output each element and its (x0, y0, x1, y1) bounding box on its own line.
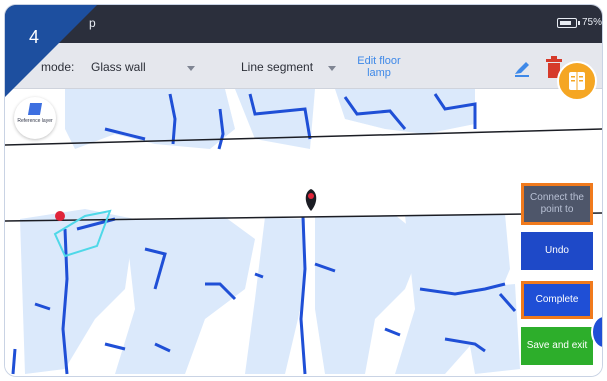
battery-icon (557, 18, 577, 28)
reference-layer-label: Reference layer (17, 118, 53, 124)
save-and-exit-button[interactable]: Save and exit (521, 327, 593, 365)
location-pin-icon[interactable] (305, 189, 317, 211)
app-frame: p 75% mode: Glass wall Line segment Edit… (4, 4, 603, 377)
pen-icon[interactable] (512, 57, 532, 77)
floor-map (5, 89, 602, 375)
chevron-down-icon[interactable] (187, 66, 195, 71)
reference-layer-button[interactable]: Reference layer (14, 97, 56, 139)
mode-dropdown[interactable]: Glass wall (91, 60, 146, 74)
scanned-area (20, 89, 520, 374)
book-icon[interactable] (557, 61, 597, 101)
complete-button[interactable]: Complete (521, 281, 593, 319)
line-type-dropdown[interactable]: Line segment (241, 60, 313, 74)
start-point-marker[interactable] (55, 211, 65, 221)
layers-icon (27, 103, 43, 115)
book-glyph (569, 72, 585, 90)
undo-button[interactable]: Undo (521, 232, 593, 270)
map-canvas[interactable]: Reference layer (5, 89, 602, 376)
edit-floor-lamp-link[interactable]: Edit floor lamp (347, 55, 411, 79)
connect-point-button[interactable]: Connect the point to (521, 183, 593, 225)
battery-level: 75% (581, 17, 602, 28)
chevron-down-icon[interactable] (328, 66, 336, 71)
step-badge (5, 5, 97, 97)
battery-cap (578, 21, 580, 25)
step-number: 4 (29, 27, 40, 47)
